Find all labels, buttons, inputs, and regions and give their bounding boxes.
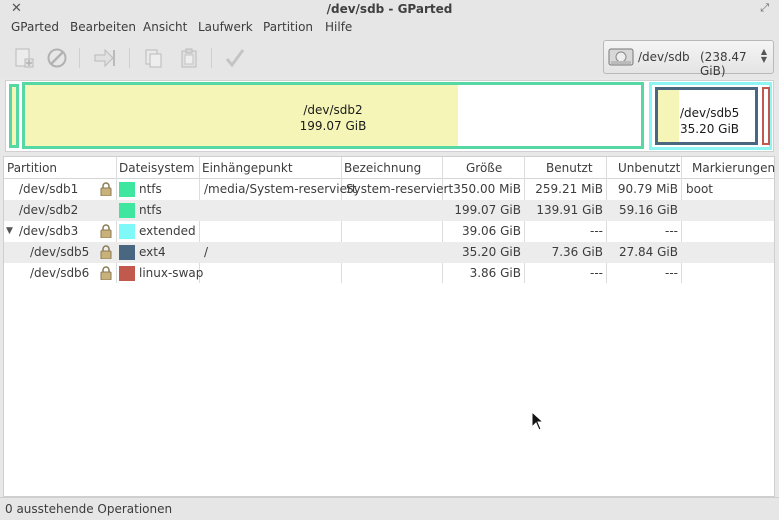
cell-filesystem: linux-swap <box>139 266 204 280</box>
mouse-cursor-icon <box>531 411 543 431</box>
col-bezeichnung[interactable]: Bezeichnung <box>344 161 421 175</box>
cell-size: 35.20 GiB <box>461 245 521 259</box>
paste-button[interactable] <box>176 46 202 70</box>
menu-laufwerk[interactable]: Laufwerk <box>198 20 253 34</box>
menu-ansicht[interactable]: Ansicht <box>143 20 187 34</box>
cell-used: --- <box>590 224 603 238</box>
title-bar: ✕ /dev/sdb - GParted ⤢ <box>0 0 779 18</box>
col-einhaengepunkt[interactable]: Einhängepunkt <box>202 161 293 175</box>
cell-partition: /dev/sdb2 <box>19 203 79 217</box>
col-partition[interactable]: Partition <box>7 161 57 175</box>
pending-operations-status: 0 ausstehende Operationen <box>5 502 173 516</box>
fs-color-swatch <box>119 182 135 197</box>
table-header: Partition Dateisystem Einhängepunkt Beze… <box>4 157 775 179</box>
diskmap-sdb1[interactable] <box>9 84 19 148</box>
diskmap-sdb2[interactable]: /dev/sdb2 199.07 GiB <box>22 82 644 149</box>
fs-color-swatch <box>119 266 135 281</box>
col-groesse[interactable]: Größe <box>466 161 502 175</box>
fs-color-swatch <box>119 203 135 218</box>
cell-unused: 27.84 GiB <box>618 245 678 259</box>
resize-move-button[interactable] <box>92 46 118 70</box>
apply-button[interactable] <box>222 46 248 70</box>
cell-size: 39.06 GiB <box>461 224 521 238</box>
table-row[interactable]: /dev/sdb2 ntfs 199.07 GiB 139.91 GiB 59.… <box>4 200 774 221</box>
cell-mountpoint: /media/System-reserviert <box>204 182 357 196</box>
lock-icon <box>100 182 112 196</box>
cell-partition: /dev/sdb5 <box>30 245 90 259</box>
lock-icon <box>100 245 112 259</box>
copy-button[interactable] <box>140 46 166 70</box>
cell-partition: /dev/sdb1 <box>19 182 79 196</box>
spinner-arrows-icon: ▲ ▼ <box>760 47 767 64</box>
cell-label: System-reserviert <box>346 182 454 196</box>
cell-filesystem: ntfs <box>139 203 162 217</box>
cell-used: 259.21 MiB <box>535 182 603 196</box>
diskmap-sdb6[interactable] <box>762 87 770 145</box>
menu-bar: GParted Bearbeiten Ansicht Laufwerk Part… <box>0 18 779 38</box>
cell-filesystem: ext4 <box>139 245 166 259</box>
expander-arrow-icon[interactable]: ▼ <box>6 226 13 236</box>
col-markierungen[interactable]: Markierungen <box>692 161 775 175</box>
status-bar: 0 ausstehende Operationen <box>0 497 779 520</box>
diskmap-sdb2-label: /dev/sdb2 199.07 GiB <box>299 103 367 133</box>
harddisk-icon <box>608 48 634 66</box>
menu-hilfe[interactable]: Hilfe <box>325 20 352 34</box>
window-title: /dev/sdb - GParted <box>326 2 453 16</box>
maximize-icon[interactable]: ⤢ <box>760 1 769 15</box>
col-unbenutzt[interactable]: Unbenutzt <box>618 161 680 175</box>
apply-icon <box>225 49 245 68</box>
partition-table: Partition Dateisystem Einhängepunkt Beze… <box>3 156 775 497</box>
menu-bearbeiten[interactable]: Bearbeiten <box>70 20 136 34</box>
diskmap-sdb5-label: /dev/sdb5 35.20 GiB <box>680 106 740 136</box>
delete-partition-button[interactable] <box>44 46 70 70</box>
col-dateisystem[interactable]: Dateisystem <box>119 161 194 175</box>
table-row[interactable]: /dev/sdb1 ntfs /media/System-reserviert … <box>4 179 774 200</box>
cell-unused: --- <box>665 224 678 238</box>
paste-icon <box>181 48 197 68</box>
disk-map: /dev/sdb2 199.07 GiB /dev/sdb5 35.20 GiB <box>5 80 774 152</box>
cell-size: 3.86 GiB <box>469 266 521 280</box>
menu-partition[interactable]: Partition <box>263 20 313 34</box>
cell-partition: /dev/sdb6 <box>30 266 90 280</box>
table-row[interactable]: /dev/sdb5 ext4 / 35.20 GiB 7.36 GiB 27.8… <box>4 242 774 263</box>
resize-move-icon <box>94 48 115 68</box>
cell-unused: 59.16 GiB <box>618 203 678 217</box>
fs-color-swatch <box>119 245 135 260</box>
lock-icon <box>100 266 112 280</box>
col-benutzt[interactable]: Benutzt <box>546 161 593 175</box>
menu-gparted[interactable]: GParted <box>11 20 59 34</box>
cell-size: 199.07 GiB <box>454 203 521 217</box>
device-selector[interactable]: /dev/sdb (238.47 GiB) ▲ ▼ <box>603 40 774 78</box>
cell-unused: --- <box>665 266 678 280</box>
cell-flags: boot <box>686 182 714 196</box>
fs-color-swatch <box>119 224 135 239</box>
table-row[interactable]: ▼ /dev/sdb3 extended 39.06 GiB --- --- <box>4 221 774 242</box>
diskmap-sdb5[interactable]: /dev/sdb5 35.20 GiB <box>655 87 758 145</box>
cell-filesystem: ntfs <box>139 182 162 196</box>
new-partition-button[interactable] <box>10 46 36 70</box>
cell-partition: /dev/sdb3 <box>19 224 79 238</box>
cell-size: 350.00 MiB <box>453 182 521 196</box>
cell-used: 7.36 GiB <box>551 245 603 259</box>
cell-filesystem: extended <box>139 224 196 238</box>
diskmap-sdb3[interactable]: /dev/sdb5 35.20 GiB <box>649 82 772 150</box>
cell-used: 139.91 GiB <box>536 203 603 217</box>
cell-mountpoint: / <box>204 245 209 259</box>
table-row[interactable]: /dev/sdb6 linux-swap 3.86 GiB --- --- <box>4 263 774 284</box>
cell-unused: 90.79 MiB <box>617 182 678 196</box>
new-icon <box>15 48 34 68</box>
copy-icon <box>145 49 162 68</box>
cell-used: --- <box>590 266 603 280</box>
lock-icon <box>100 224 112 238</box>
delete-icon <box>47 48 67 68</box>
device-name: /dev/sdb <box>638 50 690 64</box>
